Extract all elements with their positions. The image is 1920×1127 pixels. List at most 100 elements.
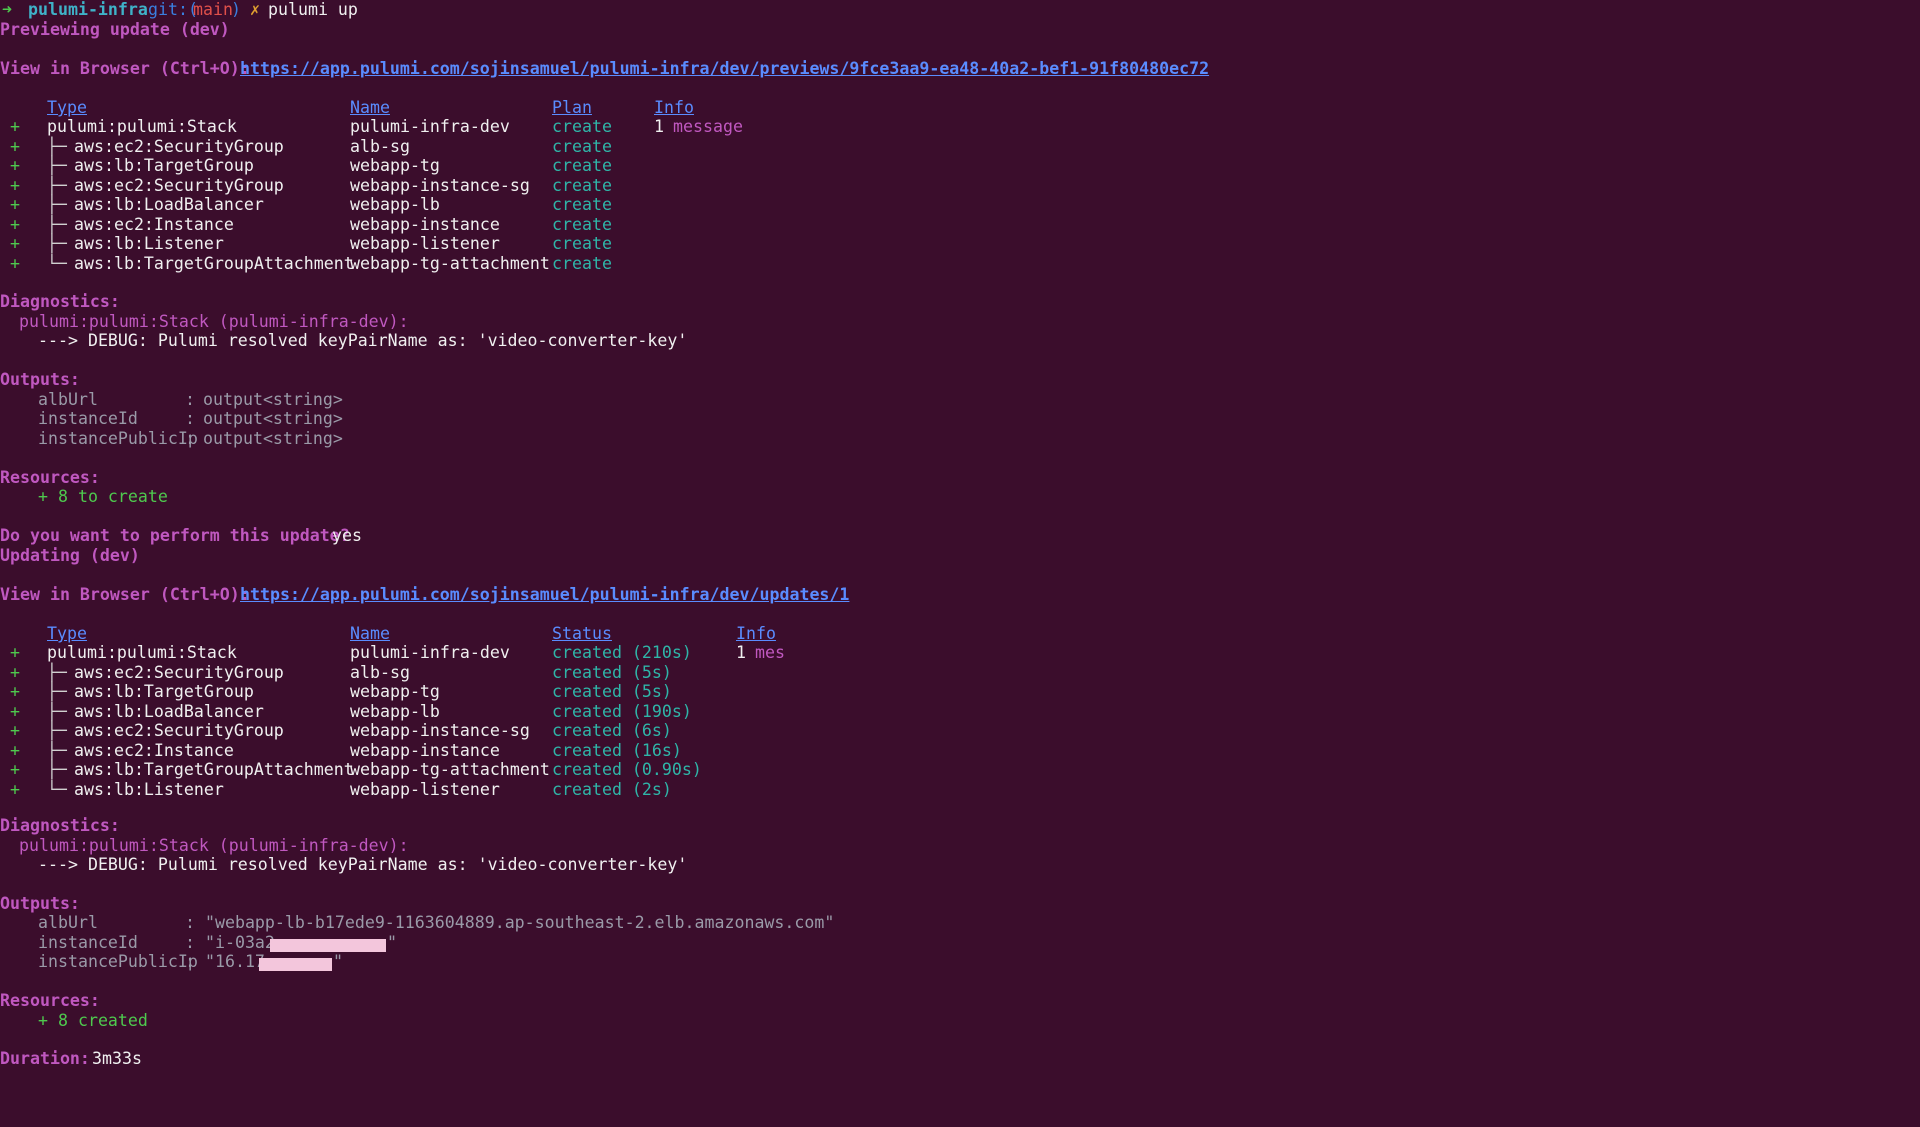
resource-name: pulumi-infra-dev <box>350 643 510 662</box>
resource-plan: create <box>552 156 612 175</box>
resource-name: webapp-instance-sg <box>350 176 530 195</box>
prompt-line: ➜ pulumi-infra git:( main ) ✗ pulumi up <box>0 0 358 19</box>
update-browser-label: View in Browser (Ctrl+O): <box>0 585 250 604</box>
update-title: Updating (dev) <box>0 546 140 565</box>
tree-branch-icon: └─ <box>47 254 67 273</box>
preview-diag-message: ---> DEBUG: Pulumi resolved keyPairName … <box>38 331 688 350</box>
duration-label: Duration: <box>0 1049 90 1068</box>
op-plus-icon: + <box>10 702 20 721</box>
tree-branch-icon: ├─ <box>47 702 67 721</box>
redaction-block <box>270 936 386 955</box>
resource-plan: create <box>552 195 612 214</box>
op-plus-icon: + <box>10 234 20 253</box>
resource-name: webapp-listener <box>350 780 500 799</box>
terminal-window[interactable]: ➜ pulumi-infra git:( main ) ✗ pulumi up … <box>0 0 1920 1080</box>
preview-browser-link[interactable]: https://app.pulumi.com/sojinsamuel/pulum… <box>240 59 1209 78</box>
resource-name: webapp-tg-attachment <box>350 254 550 273</box>
resource-name: webapp-lb <box>350 195 440 214</box>
output-key: albUrl <box>38 390 198 409</box>
duration-value: 3m33s <box>92 1049 142 1068</box>
resource-name: webapp-tg-attachment <box>350 760 550 779</box>
update-table-header: Type Name Status Info <box>0 624 776 643</box>
resource-status: created (5s) <box>552 682 672 701</box>
resource-type: aws:lb:TargetGroupAttachment <box>74 760 354 779</box>
table-row: + ├─ aws:ec2:Instance webapp-instance cr… <box>0 215 612 234</box>
table-row: + ├─ aws:ec2:SecurityGroup alb-sg create… <box>0 663 672 682</box>
tree-branch-icon: ├─ <box>47 682 67 701</box>
resource-status: created (0.90s) <box>552 760 702 779</box>
op-plus-icon: + <box>10 780 20 799</box>
table-row: + ├─ aws:ec2:SecurityGroup alb-sg create <box>0 137 612 156</box>
output-value: output<string> <box>203 409 343 428</box>
tree-branch-icon: └─ <box>47 780 67 799</box>
resource-name: alb-sg <box>350 137 410 156</box>
output-value: output<string> <box>203 390 343 409</box>
op-plus-icon: + <box>10 643 20 662</box>
op-plus-icon: + <box>10 760 20 779</box>
output-key: albUrl <box>38 913 198 932</box>
prompt-command: pulumi up <box>268 0 358 19</box>
preview-outputs-label: Outputs: <box>0 370 80 389</box>
output-key: instancePublicIp <box>38 952 198 971</box>
output-row: instancePublicIp : "16.17 " <box>0 952 343 971</box>
info-message: message <box>673 117 743 136</box>
output-value: : "webapp-lb-b17ede9-1163604889.ap-south… <box>185 913 835 932</box>
tree-branch-icon: ├─ <box>47 195 67 214</box>
info-message: mes <box>755 643 785 662</box>
table-row: + pulumi:pulumi:Stack pulumi-infra-dev c… <box>0 117 743 136</box>
resource-type: aws:lb:TargetGroupAttachment <box>74 254 354 273</box>
update-browser-link[interactable]: https://app.pulumi.com/sojinsamuel/pulum… <box>240 585 849 604</box>
op-plus-icon: + <box>10 176 20 195</box>
update-outputs-label: Outputs: <box>0 894 80 913</box>
preview-title: Previewing update (dev) <box>0 20 230 39</box>
confirm-answer[interactable]: yes <box>332 526 362 545</box>
preview-table-header: Type Name Plan Info <box>0 98 694 117</box>
update-resources-summary: + 8 created <box>38 1011 148 1030</box>
resource-name: webapp-listener <box>350 234 500 253</box>
resource-type: aws:ec2:SecurityGroup <box>74 176 284 195</box>
confirm-line: Do you want to perform this update? yes <box>0 526 362 545</box>
op-plus-icon: + <box>10 663 20 682</box>
update-diag-message-line: ---> DEBUG: Pulumi resolved keyPairName … <box>0 855 687 874</box>
tree-branch-icon: ├─ <box>47 176 67 195</box>
prompt-branch: main <box>193 0 233 19</box>
op-plus-icon: + <box>10 137 20 156</box>
update-header-status: Status <box>552 624 612 643</box>
output-key: instancePublicIp <box>38 429 198 448</box>
op-plus-icon: + <box>10 156 20 175</box>
update-header-info: Info <box>736 624 776 643</box>
resource-type: aws:lb:LoadBalancer <box>74 702 264 721</box>
op-plus-icon: + <box>10 117 20 136</box>
tree-branch-icon: ├─ <box>47 741 67 760</box>
confirm-question: Do you want to perform this update? <box>0 526 350 545</box>
resource-type: pulumi:pulumi:Stack <box>47 117 237 136</box>
update-diag-source: pulumi:pulumi:Stack (pulumi-infra-dev): <box>19 836 409 855</box>
preview-header-type: Type <box>47 98 87 117</box>
output-value: : "16.17 <box>185 952 265 971</box>
op-plus-icon: + <box>10 254 20 273</box>
op-plus-icon: + <box>10 741 20 760</box>
resource-status: created (5s) <box>552 663 672 682</box>
resource-type: aws:ec2:Instance <box>74 741 234 760</box>
table-row: + ├─ aws:lb:TargetGroupAttachment webapp… <box>0 760 702 779</box>
resource-type: aws:ec2:Instance <box>74 215 234 234</box>
resource-plan: create <box>552 234 612 253</box>
op-plus-icon: + <box>10 195 20 214</box>
preview-diag-source-line: pulumi:pulumi:Stack (pulumi-infra-dev): <box>0 312 409 331</box>
resource-name: webapp-instance-sg <box>350 721 530 740</box>
resource-name: alb-sg <box>350 663 410 682</box>
resource-type: aws:ec2:SecurityGroup <box>74 137 284 156</box>
resource-plan: create <box>552 215 612 234</box>
update-header-type: Type <box>47 624 87 643</box>
update-diagnostics-label: Diagnostics: <box>0 816 120 835</box>
output-value: : "i-03a2 <box>185 933 275 952</box>
preview-header-info: Info <box>654 98 694 117</box>
output-key: instanceId <box>38 409 198 428</box>
resource-plan: create <box>552 137 612 156</box>
update-diag-source-line: pulumi:pulumi:Stack (pulumi-infra-dev): <box>0 836 409 855</box>
update-header-name: Name <box>350 624 390 643</box>
output-value: output<string> <box>203 429 343 448</box>
output-row: albUrl : "webapp-lb-b17ede9-1163604889.a… <box>0 913 834 932</box>
resource-status: created (2s) <box>552 780 672 799</box>
output-sep: : <box>185 409 205 428</box>
